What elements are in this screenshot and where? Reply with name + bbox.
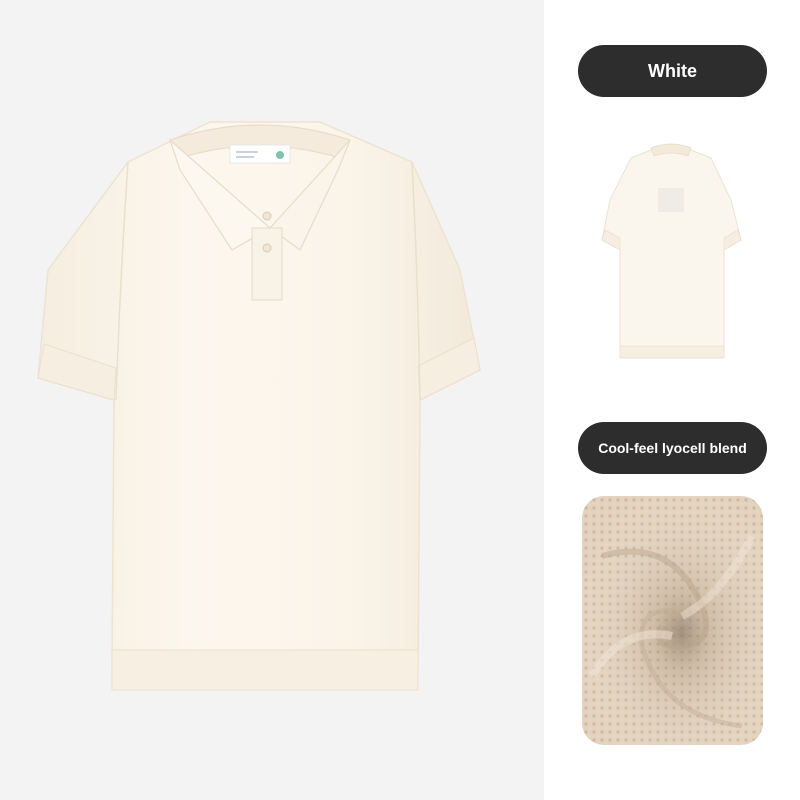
polo-shirt-back-image — [601, 143, 742, 359]
color-label: White — [648, 60, 697, 81]
knit-fabric-texture-image — [582, 496, 763, 745]
polo-shirt-front-image — [37, 121, 481, 691]
fabric-label-pill: Cool-feel lyocell blend — [578, 422, 767, 474]
fabric-label: Cool-feel lyocell blend — [598, 440, 747, 456]
color-label-pill: White — [578, 45, 767, 97]
